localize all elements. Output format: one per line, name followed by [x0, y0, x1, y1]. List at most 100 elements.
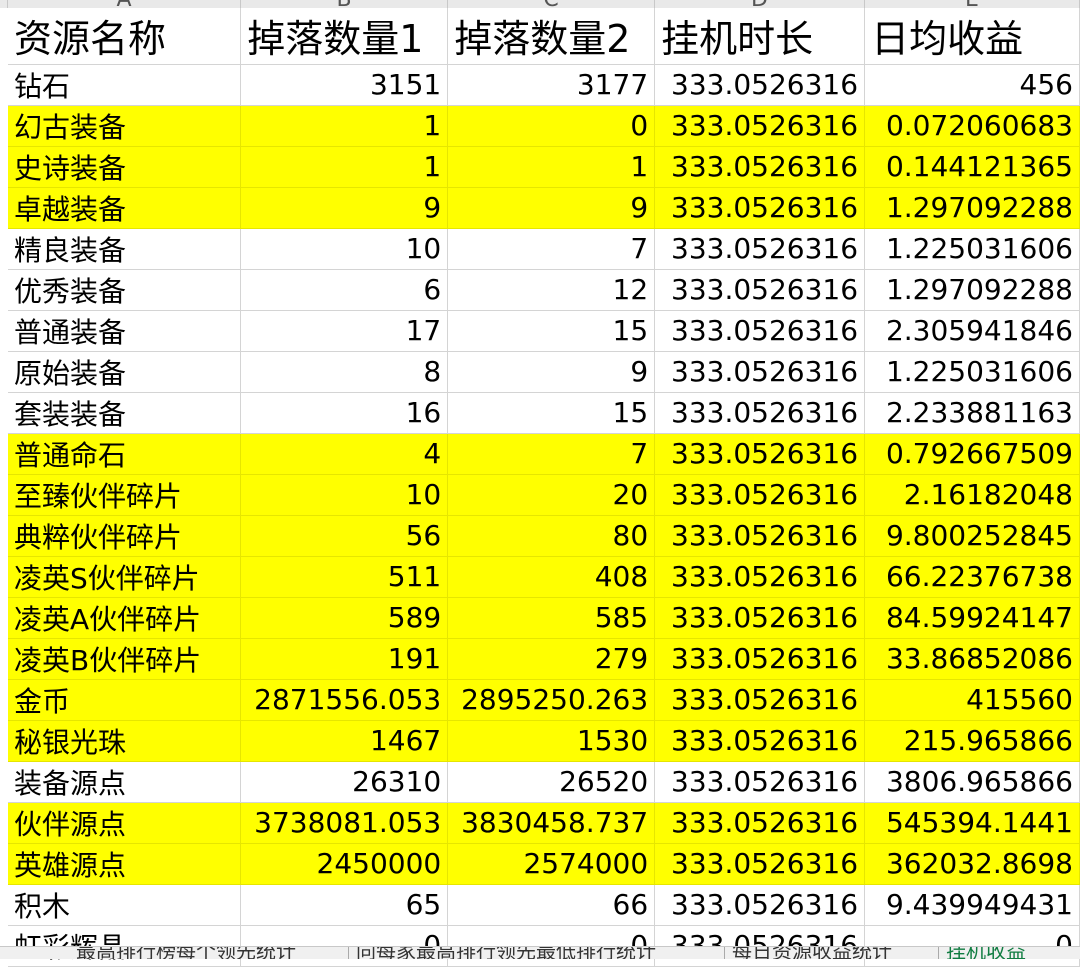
cell-duration[interactable]: 333.0526316 [654, 64, 866, 106]
cell-drop1[interactable]: 17 [240, 310, 449, 352]
cell-name[interactable]: 普通装备 [8, 310, 242, 352]
cell-daily-income[interactable]: 415560 [864, 679, 1080, 721]
cell-daily-income[interactable]: 9.800252845 [864, 515, 1080, 557]
cell-drop2[interactable]: 1 [447, 146, 656, 188]
sheet-tab-3[interactable]: 每日资源收益统计 [732, 947, 892, 959]
cell-name[interactable]: 英雄源点 [8, 843, 242, 885]
cell-drop1[interactable]: 1 [240, 146, 449, 188]
cell-drop1[interactable]: 6 [240, 269, 449, 311]
cell-drop1[interactable]: 65 [240, 884, 449, 926]
cell-duration[interactable]: 333.0526316 [654, 187, 866, 229]
cell-drop2[interactable]: 80 [447, 515, 656, 557]
cell-drop2[interactable]: 3830458.737 [447, 802, 656, 844]
cell-duration[interactable]: 333.0526316 [654, 474, 866, 516]
column-header-e[interactable]: E [865, 0, 1080, 8]
cell-duration[interactable]: 333.0526316 [654, 597, 866, 639]
cell-name[interactable]: 金币 [8, 679, 242, 721]
cell-drop2[interactable]: 585 [447, 597, 656, 639]
cell-drop2[interactable]: 0 [447, 105, 656, 147]
cell-drop2[interactable]: 2895250.263 [447, 679, 656, 721]
cell-name[interactable]: 钻石 [8, 64, 242, 106]
cell-drop1[interactable]: 9 [240, 187, 449, 229]
cell-drop2[interactable]: 26520 [447, 761, 656, 803]
cell-drop2[interactable]: 66 [447, 884, 656, 926]
cell-duration[interactable]: 333.0526316 [654, 515, 866, 557]
cell-duration[interactable]: 333.0526316 [654, 556, 866, 598]
cell-name[interactable]: 幻古装备 [8, 105, 242, 147]
cell-daily-income[interactable]: 215.965866 [864, 720, 1080, 762]
corner-cell[interactable] [0, 0, 8, 8]
cell-duration[interactable]: 333.0526316 [654, 351, 866, 393]
header-cell-daily-income[interactable]: 日均收益 [864, 8, 1080, 65]
cell-name[interactable]: 套装装备 [8, 392, 242, 434]
cell-name[interactable]: 凌英A伙伴碎片 [8, 597, 242, 639]
cell-name[interactable]: 装备源点 [8, 761, 242, 803]
cell-drop2[interactable]: 3177 [447, 64, 656, 106]
cell-drop1[interactable]: 8 [240, 351, 449, 393]
cell-name[interactable]: 凌英B伙伴碎片 [8, 638, 242, 680]
cell-drop1[interactable]: 16 [240, 392, 449, 434]
cell-name[interactable]: 普通命石 [8, 433, 242, 475]
cell-drop2[interactable]: 20 [447, 474, 656, 516]
cell-drop1[interactable]: 2871556.053 [240, 679, 449, 721]
cell-drop2[interactable]: 408 [447, 556, 656, 598]
cell-duration[interactable]: 333.0526316 [654, 146, 866, 188]
cell-drop2[interactable]: 9 [447, 187, 656, 229]
cell-daily-income[interactable]: 545394.1441 [864, 802, 1080, 844]
cell-daily-income[interactable]: 33.86852086 [864, 638, 1080, 680]
cell-daily-income[interactable]: 2.16182048 [864, 474, 1080, 516]
cell-drop2[interactable]: 279 [447, 638, 656, 680]
cell-name[interactable]: 原始装备 [8, 351, 242, 393]
cell-daily-income[interactable]: 456 [864, 64, 1080, 106]
cell-duration[interactable]: 333.0526316 [654, 433, 866, 475]
cell-daily-income[interactable]: 0.792667509 [864, 433, 1080, 475]
cell-name[interactable]: 伙伴源点 [8, 802, 242, 844]
cell-daily-income[interactable]: 362032.8698 [864, 843, 1080, 885]
cell-drop1[interactable]: 1 [240, 105, 449, 147]
header-cell-duration[interactable]: 挂机时长 [654, 8, 866, 65]
cell-daily-income[interactable]: 66.22376738 [864, 556, 1080, 598]
cell-drop2[interactable]: 15 [447, 310, 656, 352]
cell-name[interactable]: 优秀装备 [8, 269, 242, 311]
cell-duration[interactable]: 333.0526316 [654, 884, 866, 926]
cell-drop1[interactable]: 589 [240, 597, 449, 639]
cell-duration[interactable]: 333.0526316 [654, 802, 866, 844]
cell-daily-income[interactable]: 1.297092288 [864, 187, 1080, 229]
cell-name[interactable]: 秘银光珠 [8, 720, 242, 762]
cell-duration[interactable]: 333.0526316 [654, 310, 866, 352]
cell-duration[interactable]: 333.0526316 [654, 228, 866, 270]
cell-drop1[interactable]: 3738081.053 [240, 802, 449, 844]
cell-name[interactable]: 史诗装备 [8, 146, 242, 188]
column-header-a[interactable]: A [8, 0, 241, 8]
cell-daily-income[interactable]: 2.305941846 [864, 310, 1080, 352]
cell-drop1[interactable]: 511 [240, 556, 449, 598]
cell-daily-income[interactable]: 0.144121365 [864, 146, 1080, 188]
cell-daily-income[interactable]: 84.59924147 [864, 597, 1080, 639]
column-header-c[interactable]: C [448, 0, 655, 8]
cell-daily-income[interactable]: 3806.965866 [864, 761, 1080, 803]
cell-drop1[interactable]: 10 [240, 474, 449, 516]
cell-drop2[interactable]: 9 [447, 351, 656, 393]
cell-drop2[interactable]: 7 [447, 433, 656, 475]
cell-drop1[interactable]: 10 [240, 228, 449, 270]
cell-daily-income[interactable]: 1.225031606 [864, 228, 1080, 270]
cell-duration[interactable]: 333.0526316 [654, 843, 866, 885]
cell-drop1[interactable]: 1467 [240, 720, 449, 762]
cell-duration[interactable]: 333.0526316 [654, 720, 866, 762]
cell-drop2[interactable]: 7 [447, 228, 656, 270]
cell-drop2[interactable]: 15 [447, 392, 656, 434]
cell-daily-income[interactable]: 2.233881163 [864, 392, 1080, 434]
cell-name[interactable]: 积木 [8, 884, 242, 926]
cell-duration[interactable]: 333.0526316 [654, 638, 866, 680]
cell-name[interactable]: 精良装备 [8, 228, 242, 270]
cell-daily-income[interactable]: 1.297092288 [864, 269, 1080, 311]
cell-drop1[interactable]: 26310 [240, 761, 449, 803]
cell-name[interactable]: 典粹伙伴碎片 [8, 515, 242, 557]
cell-drop2[interactable]: 1530 [447, 720, 656, 762]
cell-drop2[interactable]: 2574000 [447, 843, 656, 885]
header-cell-name[interactable]: 资源名称 [8, 8, 242, 65]
column-header-b[interactable]: B [241, 0, 448, 8]
cell-duration[interactable]: 333.0526316 [654, 269, 866, 311]
sheet-tab-2[interactable]: 同每家最高排行领先最低排行统计 [356, 947, 656, 959]
cell-drop1[interactable]: 2450000 [240, 843, 449, 885]
